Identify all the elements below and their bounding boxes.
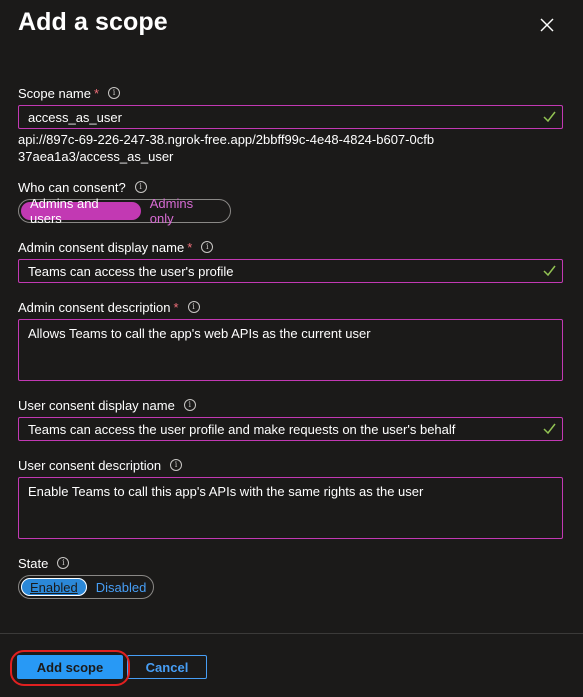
state-label-row: State i <box>18 554 70 572</box>
who-can-consent-toggle: Admins and users Admins only <box>18 196 231 226</box>
close-icon[interactable] <box>537 15 557 35</box>
who-can-consent-label-row: Who can consent? i <box>18 178 147 196</box>
panel-title: Add a scope <box>18 8 168 36</box>
option-admins-and-users[interactable]: Admins and users <box>21 196 141 226</box>
user-consent-description-label: User consent description <box>18 457 162 473</box>
option-admins-only[interactable]: Admins only <box>141 196 228 226</box>
user-consent-description-textarea[interactable]: Enable Teams to call this app's APIs wit… <box>18 477 563 539</box>
required-marker: * <box>187 239 193 255</box>
who-can-consent-label: Who can consent? <box>18 179 126 195</box>
add-scope-button[interactable]: Add scope <box>17 655 123 679</box>
admin-consent-description-label: Admin consent description <box>18 299 171 315</box>
admin-consent-description-value: Allows Teams to call the app's web APIs … <box>28 326 371 341</box>
info-icon[interactable]: i <box>201 241 214 253</box>
option-disabled[interactable]: Disabled <box>87 578 156 596</box>
user-consent-display-name-label: User consent display name <box>18 397 175 413</box>
admin-consent-description-label-row: Admin consent description * i <box>18 298 200 316</box>
add-scope-panel: Add a scope Scope name * i access_as_use… <box>0 0 583 697</box>
info-icon[interactable]: i <box>170 459 183 471</box>
info-icon[interactable]: i <box>183 399 196 411</box>
admin-consent-description-textarea[interactable]: Allows Teams to call the app's web APIs … <box>18 319 563 381</box>
scope-name-input[interactable]: access_as_user <box>18 105 563 129</box>
state-label: State <box>18 555 49 571</box>
user-consent-description-label-row: User consent description i <box>18 456 183 474</box>
info-icon[interactable]: i <box>134 181 147 193</box>
info-icon[interactable]: i <box>57 557 70 569</box>
valid-check-icon <box>543 111 556 123</box>
scope-name-label: Scope name <box>18 85 91 101</box>
info-icon[interactable]: i <box>187 301 200 313</box>
required-marker: * <box>173 299 179 315</box>
state-toggle: Enabled Disabled <box>18 575 154 599</box>
valid-check-icon <box>543 423 556 435</box>
info-icon[interactable]: i <box>108 87 121 99</box>
scope-name-label-row: Scope name * i <box>18 84 121 102</box>
valid-check-icon <box>543 265 556 277</box>
admin-consent-display-name-value: Teams can access the user's profile <box>28 263 234 279</box>
cancel-button[interactable]: Cancel <box>127 655 207 679</box>
user-consent-display-name-input[interactable]: Teams can access the user profile and ma… <box>18 417 563 441</box>
user-consent-description-value: Enable Teams to call this app's APIs wit… <box>28 484 424 499</box>
scope-uri-text: api://897c-69-226-247-38.ngrok-free.app/… <box>18 132 435 164</box>
user-consent-display-name-value: Teams can access the user profile and ma… <box>28 421 456 437</box>
admin-consent-display-name-input[interactable]: Teams can access the user's profile <box>18 259 563 283</box>
admin-consent-display-name-label-row: Admin consent display name * i <box>18 238 214 256</box>
admin-consent-display-name-label: Admin consent display name <box>18 239 185 255</box>
scope-name-value: access_as_user <box>28 109 122 125</box>
user-consent-display-name-label-row: User consent display name i <box>18 396 196 414</box>
required-marker: * <box>94 85 100 101</box>
option-enabled[interactable]: Enabled <box>21 578 87 596</box>
